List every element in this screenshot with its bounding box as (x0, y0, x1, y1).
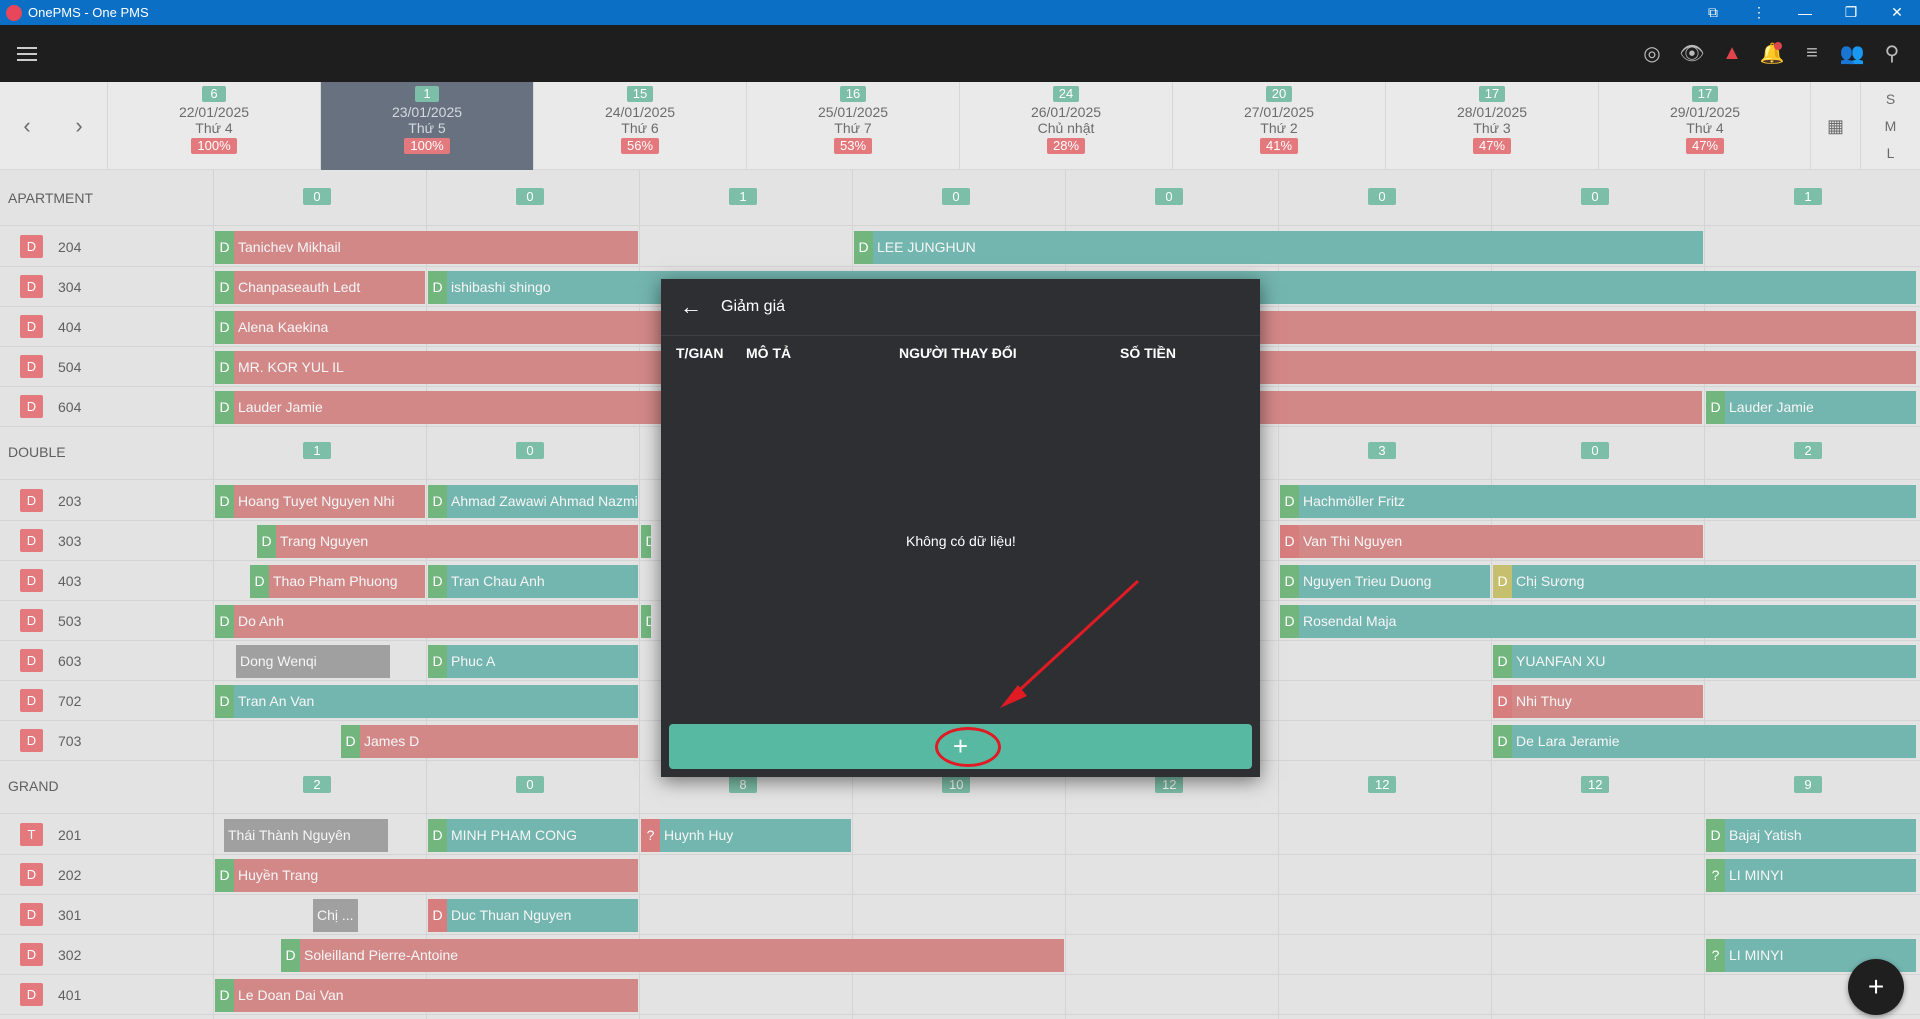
minimize-button[interactable]: — (1782, 0, 1828, 25)
warning-icon[interactable]: ▲ (1712, 34, 1752, 74)
window-title-bar: OnePMS - One PMS ⧉ ⋮ — ❐ ✕ (0, 0, 1920, 25)
close-button[interactable]: ✕ (1874, 0, 1920, 25)
discount-dialog: ← Giảm giá T/GIAN MÔ TẢ NGƯỜI THAY ĐỔI S… (661, 279, 1260, 777)
column-amount: SỐ TIỀN (1120, 345, 1177, 361)
back-arrow-icon[interactable]: ← (661, 294, 721, 320)
column-description: MÔ TẢ (746, 345, 792, 361)
add-booking-fab[interactable]: + (1848, 959, 1904, 1015)
maximize-button[interactable]: ❐ (1828, 0, 1874, 25)
extensions-icon[interactable]: ⧉ (1690, 0, 1736, 25)
column-changed-by: NGƯỜI THAY ĐỔI (899, 345, 1017, 361)
more-menu-icon[interactable]: ⋮ (1736, 0, 1782, 25)
search-icon[interactable]: ⚲ (1872, 34, 1912, 74)
add-user-icon[interactable]: 👥 (1832, 34, 1872, 74)
plus-icon: + (1867, 971, 1885, 1002)
list-icon[interactable]: ≡ (1792, 34, 1832, 74)
bell-icon[interactable]: 🔔 (1752, 34, 1792, 74)
add-discount-button[interactable]: + (669, 724, 1252, 769)
column-time: T/GIAN (676, 345, 724, 361)
table-header: T/GIAN MÔ TẢ NGƯỜI THAY ĐỔI SỐ TIỀN (661, 336, 1260, 368)
window-controls: ⧉ ⋮ — ❐ ✕ (1690, 0, 1920, 25)
dialog-title: Giảm giá (721, 298, 786, 315)
fingerprint-icon[interactable]: ◎ (1632, 34, 1672, 74)
highlight-circle (935, 727, 1001, 767)
hamburger-menu-icon[interactable] (17, 47, 37, 65)
empty-state: Không có dữ liệu! (906, 533, 1016, 549)
eye-icon[interactable]: 👁 (1672, 34, 1712, 74)
window-title: OnePMS - One PMS (28, 5, 149, 20)
app-logo-icon (6, 4, 22, 21)
app-toolbar: ◎ 👁 ▲ 🔔 ≡ 👥 ⚲ (0, 25, 1920, 82)
